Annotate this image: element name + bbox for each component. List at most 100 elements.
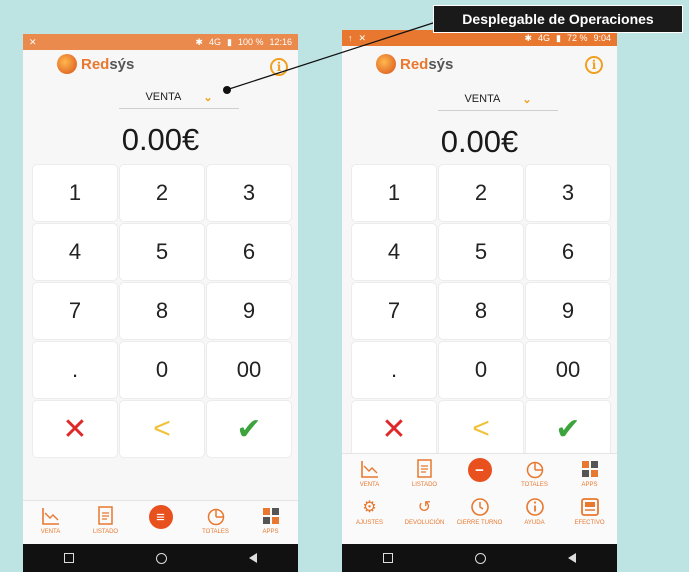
chevron-down-icon: ⌄ [522,93,532,106]
cash-register-icon [579,496,601,518]
keypad: 1 2 3 4 5 6 7 8 9 . 0 00 ✕ < ✔ [352,165,610,457]
backspace-button[interactable]: < [120,401,204,457]
recents-icon[interactable] [64,553,74,563]
chart-icon [359,458,381,480]
x-icon: ✕ [62,412,88,446]
logo-mark-icon [376,54,396,74]
menu-item-apps[interactable]: APPS [564,458,616,488]
recents-icon[interactable] [383,553,393,563]
confirm-button[interactable]: ✔ [526,401,610,457]
pie-icon [524,458,546,480]
key-9[interactable]: 9 [526,283,610,339]
menu-label: TOTALES [202,529,229,535]
logo-text-a: Red [81,55,110,73]
key-6[interactable]: 6 [207,224,291,280]
signal-icon: ▮ [556,32,561,43]
list-icon [95,505,117,527]
x-icon: ✕ [381,412,407,446]
apps-icon [260,505,282,527]
key-1[interactable]: 1 [33,165,117,221]
list-icon [414,458,436,480]
redsys-logo: Redsýs [376,54,453,74]
refund-icon: ↺ [417,499,432,516]
operation-dropdown[interactable]: VENTA ⌄ [119,86,239,109]
menu-handle-icon: ≡ [148,505,173,529]
signal-icon: ▮ [226,36,232,47]
chevron-left-icon: < [153,412,171,445]
chevron-down-icon: ⌄ [203,91,213,104]
menu-item-ayuda[interactable]: AYUDA [509,496,561,526]
bluetooth-icon: ✱ [195,36,203,47]
confirm-button[interactable]: ✔ [207,401,291,457]
menu-item-venta[interactable]: VENTA [25,505,77,535]
info-button[interactable]: i [270,58,288,76]
redsys-logo: Redsýs [57,54,134,74]
menu-item-totales[interactable]: TOTALES [190,505,242,535]
info-button[interactable]: i [585,56,603,74]
key-0[interactable]: 0 [120,342,204,398]
home-icon[interactable] [475,552,486,564]
operation-label: VENTA [464,93,501,105]
key-7[interactable]: 7 [352,283,436,339]
right-phone-screen: ↑ ✕ ✱ 4G ▮ 72 % 9:04 Redsýs i VENTA ⌄ 0.… [342,30,617,572]
cancel-button[interactable]: ✕ [352,401,436,457]
menu-item-efectivo[interactable]: EFECTIVO [564,496,616,526]
key-8[interactable]: 8 [439,283,523,339]
check-icon: ✔ [555,412,581,446]
key-7[interactable]: 7 [33,283,117,339]
info-icon [524,496,546,518]
battery-label: 100 % [237,37,264,47]
menu-label: TOTALES [521,482,548,488]
key-00[interactable]: 00 [526,342,610,398]
network-label: 4G [208,37,221,47]
backspace-button[interactable]: < [439,401,523,457]
logo-mark-icon [57,54,77,74]
menu-label: LISTADO [92,529,119,535]
key-5[interactable]: 5 [439,224,523,280]
cancel-button[interactable]: ✕ [33,401,117,457]
key-8[interactable]: 8 [120,283,204,339]
key-dot[interactable]: . [33,342,117,398]
menu-toggle[interactable]: − [454,458,506,482]
key-2[interactable]: 2 [439,165,523,221]
chevron-left-icon: < [472,412,490,445]
menu-item-listado[interactable]: LISTADO [80,505,132,535]
key-6[interactable]: 6 [526,224,610,280]
key-00[interactable]: 00 [207,342,291,398]
clock-time: 9:04 [593,33,611,43]
home-icon[interactable] [156,552,167,564]
key-2[interactable]: 2 [120,165,204,221]
menu-item-cierre-turno[interactable]: CIERRE TURNO [454,496,506,526]
logo-text-b: sýs [428,55,454,73]
menu-item-devolucion[interactable]: ↺ DEVOLUCIÓN [399,496,451,526]
chart-icon [40,505,62,527]
key-4[interactable]: 4 [33,224,117,280]
minus-handle-icon: − [467,458,492,482]
menu-item-listado[interactable]: LISTADO [399,458,451,488]
pie-icon [205,505,227,527]
key-3[interactable]: 3 [526,165,610,221]
key-dot[interactable]: . [352,342,436,398]
key-0[interactable]: 0 [439,342,523,398]
key-4[interactable]: 4 [352,224,436,280]
menu-item-venta[interactable]: VENTA [344,458,396,488]
menu-item-totales[interactable]: TOTALES [509,458,561,488]
check-icon: ✔ [236,412,262,446]
back-icon[interactable] [249,553,257,563]
key-3[interactable]: 3 [207,165,291,221]
menu-item-apps[interactable]: APPS [245,505,297,535]
upload-icon: ↑ [348,33,353,43]
key-5[interactable]: 5 [120,224,204,280]
key-1[interactable]: 1 [352,165,436,221]
expanded-bottom-menu: VENTA LISTADO − TOTALES APPS ⚙ AJUSTES ↺… [342,453,617,549]
menu-label: AJUSTES [355,520,383,526]
menu-label: EFECTIVO [574,520,605,526]
menu-item-ajustes[interactable]: ⚙ AJUSTES [344,496,396,526]
menu-toggle[interactable]: ≡ [135,505,187,529]
menu-label: AYUDA [524,520,545,526]
back-icon[interactable] [568,553,576,563]
key-9[interactable]: 9 [207,283,291,339]
logo-text-b: sýs [109,55,135,73]
operation-dropdown[interactable]: VENTA ⌄ [438,88,558,111]
apps-icon [579,458,601,480]
